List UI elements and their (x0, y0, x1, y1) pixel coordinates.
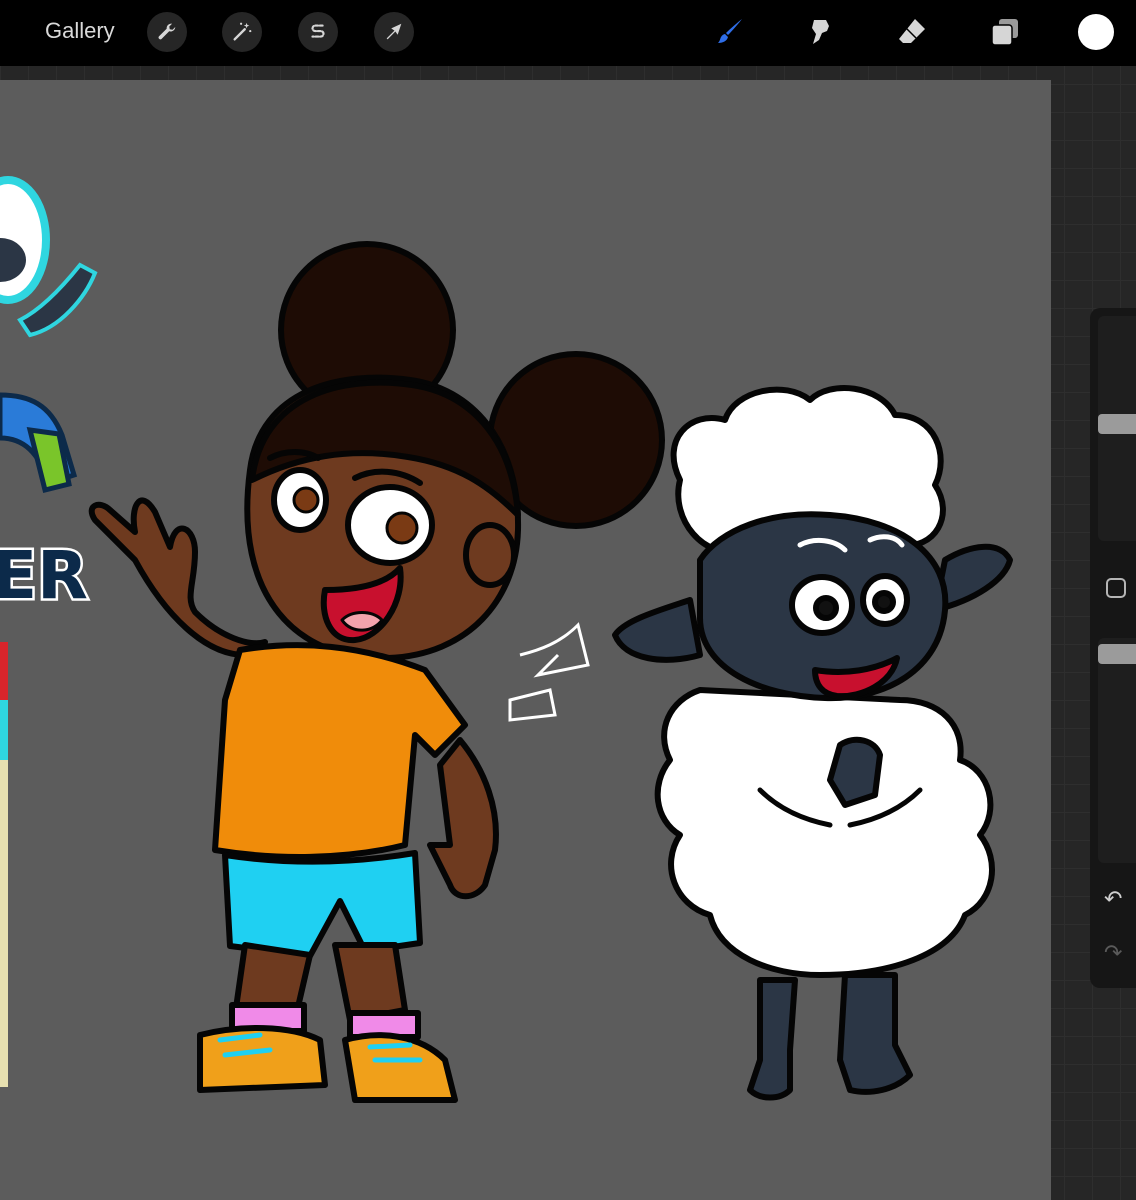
girl-character (88, 241, 665, 1103)
top-toolbar: Gallery (0, 0, 1136, 66)
gallery-button[interactable]: Gallery (45, 18, 115, 44)
svg-text:ER: ER (0, 537, 88, 614)
layers-button[interactable] (985, 12, 1025, 52)
selection-s-icon (311, 24, 325, 38)
artwork: ER (0, 176, 1013, 1103)
selection-button[interactable] (298, 12, 338, 52)
brush-size-thumb[interactable] (1098, 414, 1136, 434)
brush-icon (718, 19, 742, 43)
magic-wand-icon (233, 22, 252, 41)
transform-button[interactable] (374, 12, 414, 52)
redo-button[interactable]: ↷ (1104, 940, 1122, 966)
color-swatch-button[interactable] (1078, 14, 1114, 50)
eraser-tool-button[interactable] (892, 12, 932, 52)
redo-icon: ↷ (1104, 940, 1123, 965)
undo-icon: ↶ (1104, 886, 1123, 911)
reference-artwork-left: ER (0, 176, 98, 1087)
eraser-icon (899, 19, 925, 43)
smudge-icon (812, 20, 829, 44)
opacity-thumb[interactable] (1098, 644, 1136, 664)
adjustments-button[interactable] (222, 12, 262, 52)
drawing-canvas[interactable]: ER (0, 80, 1051, 1200)
modify-button[interactable] (1106, 578, 1126, 598)
wrench-icon (158, 23, 176, 40)
layers-icon (991, 19, 1018, 46)
brush-tool-button[interactable] (710, 12, 750, 52)
artist-signature (508, 622, 590, 722)
actions-button[interactable] (147, 12, 187, 52)
opacity-slider[interactable] (1098, 638, 1136, 863)
undo-button[interactable]: ↶ (1104, 886, 1122, 912)
brush-sidebar: ↶ ↷ (1090, 308, 1136, 988)
transform-arrow-icon (386, 23, 402, 40)
sheep-character (612, 385, 1013, 1101)
smudge-tool-button[interactable] (801, 12, 841, 52)
